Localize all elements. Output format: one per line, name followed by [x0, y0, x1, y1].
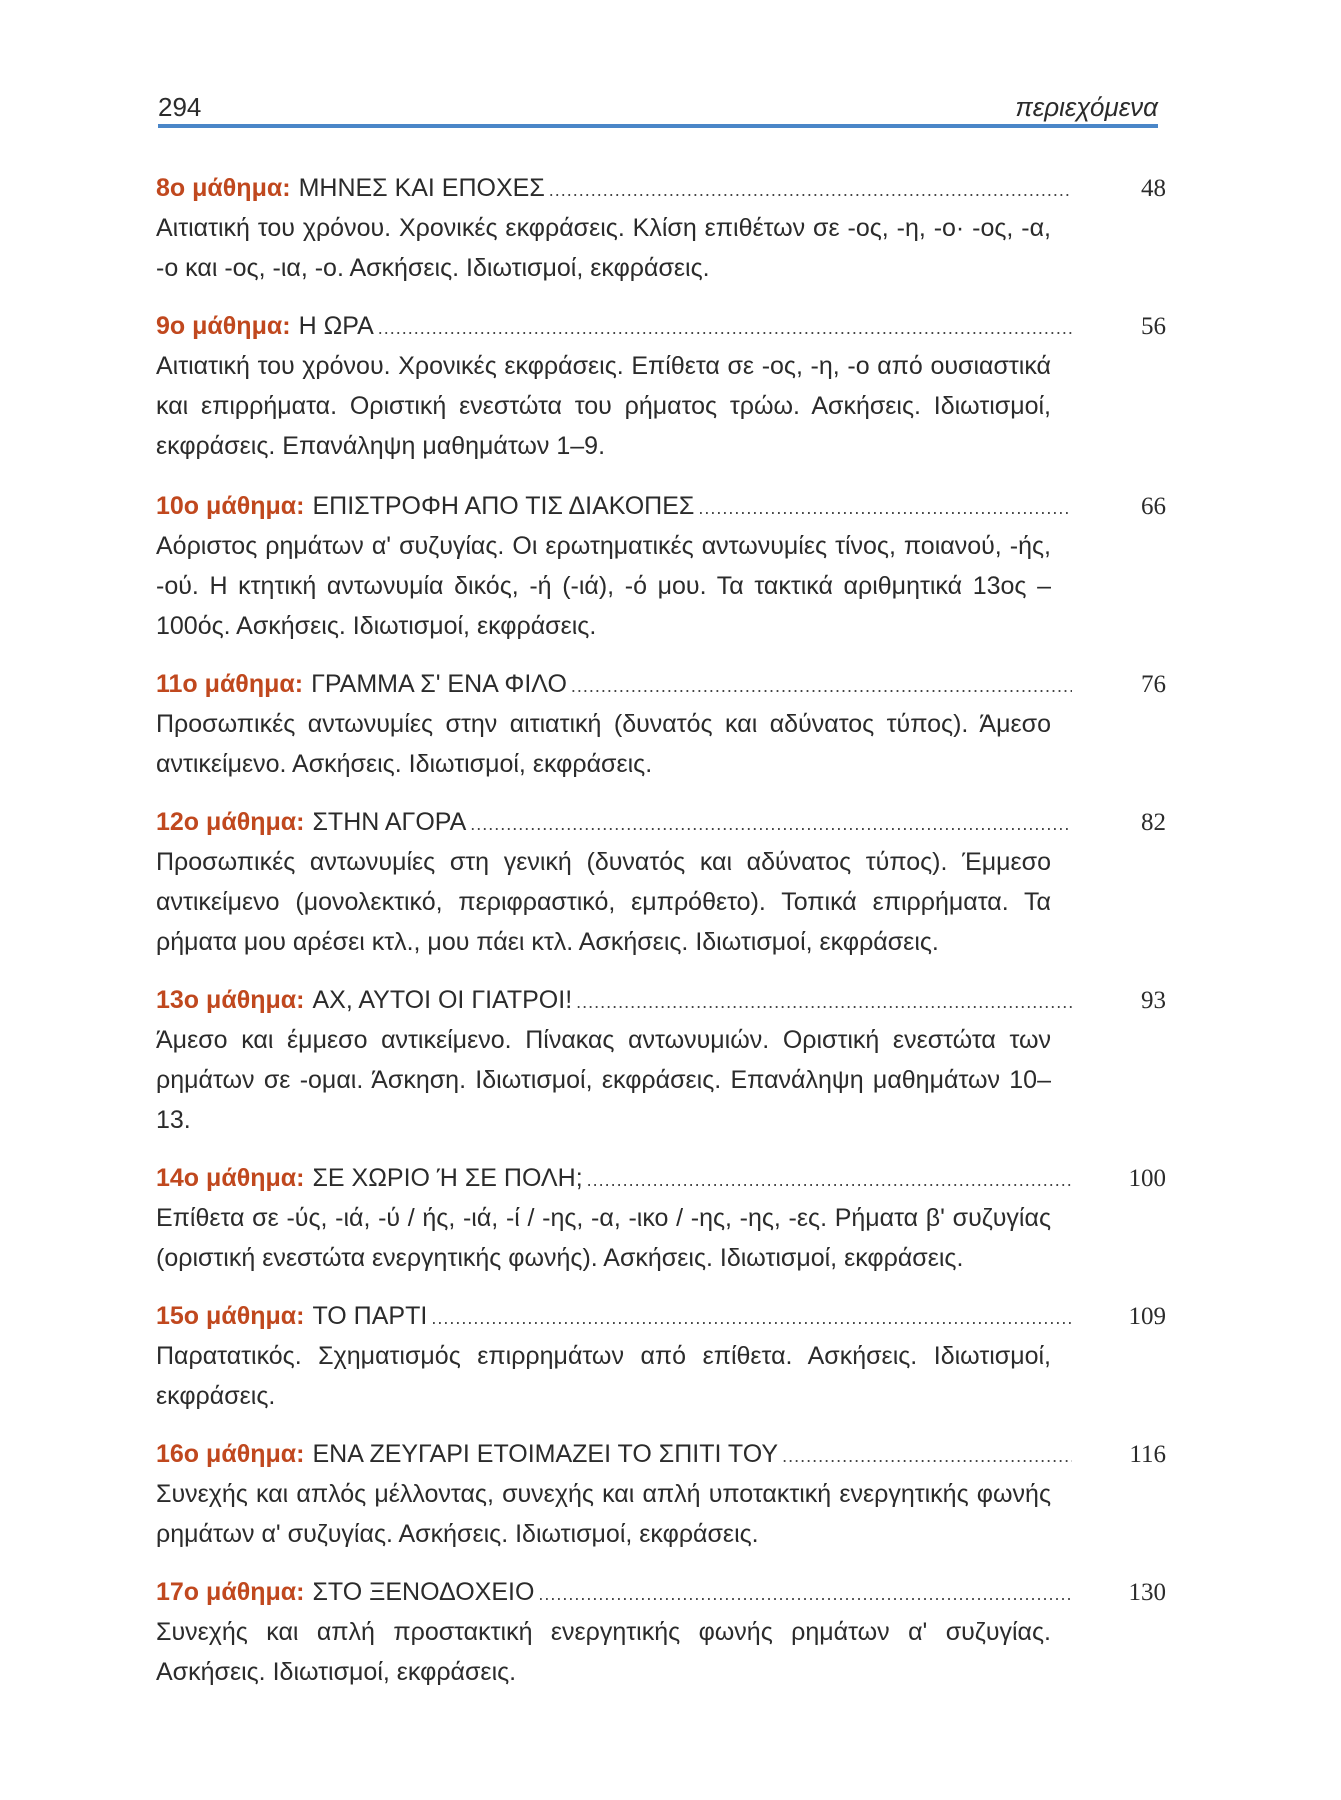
dot-leader [587, 1160, 1072, 1200]
lesson-title: ΣΤΟ ΞΕΝΟΔΟΧΕΙΟ [312, 1578, 535, 1606]
toc-entry: 12ο μάθημα: ΣΤΗΝ ΑΓΟΡΑ 82 Προσωπικές αντ… [156, 802, 1166, 962]
lesson-title: ΜΗΝΕΣ ΚΑΙ ΕΠΟΧΕΣ [298, 174, 545, 202]
toc-entry-head: 12ο μάθημα: ΣΤΗΝ ΑΓΟΡΑ 82 [156, 802, 1166, 842]
lesson-title: ΓΡΑΜΜΑ Σ' ΕΝΑ ΦΙΛΟ [311, 670, 567, 698]
lesson-description: Συνεχής και απλή προστακτική ενεργητικής… [156, 1618, 1051, 1686]
lesson-description: Αιτιατική του χρόνου. Χρονικές εκφράσεις… [156, 214, 1051, 282]
dot-leader [470, 804, 1072, 844]
lesson-number: 11ο μάθημα: [156, 670, 304, 698]
header-title: περιεχόμενα [1015, 92, 1158, 122]
lesson-description: Επίθετα σε -ύς, -ιά, -ύ / ής, -ιά, -ί / … [156, 1204, 1051, 1272]
lesson-description: Άμεσο και έμμεσο αντικείμενο. Πίνακας αν… [156, 1026, 1051, 1134]
lesson-title: ΕΠΙΣΤΡΟΦΗ ΑΠΟ ΤΙΣ ΔΙΑΚΟΠΕΣ [312, 492, 695, 520]
toc-entry: 8ο μάθημα: ΜΗΝΕΣ ΚΑΙ ΕΠΟΧΕΣ 48 Αιτιατική… [156, 168, 1166, 288]
lesson-description: Προσωπικές αντωνυμίες στη γενική (δυνατό… [156, 848, 1051, 956]
lesson-title: ΤΟ ΠΑΡΤΙ [312, 1302, 428, 1330]
lesson-number: 9ο μάθημα: [156, 312, 291, 340]
dot-leader [378, 308, 1072, 348]
page-ref: 66 [1141, 493, 1166, 520]
lesson-number: 17ο μάθημα: [156, 1578, 305, 1606]
toc-entry-head: 8ο μάθημα: ΜΗΝΕΣ ΚΑΙ ΕΠΟΧΕΣ 48 [156, 168, 1166, 208]
lesson-title: ΕΝΑ ΖΕΥΓΑΡΙ ΕΤΟΙΜΑΖΕΙ ΤΟ ΣΠΙΤΙ ΤΟΥ [312, 1440, 779, 1468]
toc-entry-head: 13ο μάθημα: ΑΧ, ΑΥΤΟΙ ΟΙ ΓΙΑΤΡΟΙ! 93 [156, 980, 1166, 1020]
lesson-description: Αόριστος ρημάτων α' συζυγίας. Οι ερωτημα… [156, 532, 1051, 640]
toc-entry: 9ο μάθημα: Η ΩΡΑ 56 Αιτιατική του χρόνου… [156, 306, 1166, 466]
lesson-title: Η ΩΡΑ [298, 312, 374, 340]
toc-entry-head: 16ο μάθημα: ΕΝΑ ΖΕΥΓΑΡΙ ΕΤΟΙΜΑΖΕΙ ΤΟ ΣΠΙ… [156, 1434, 1166, 1474]
lesson-title: ΣΕ ΧΩΡΙΟ Ή ΣΕ ΠΟΛΗ; [312, 1164, 583, 1192]
lesson-title: ΣΤΗΝ ΑΓΟΡΑ [312, 808, 467, 836]
lesson-description: Προσωπικές αντωνυμίες στην αιτιατική (δυ… [156, 710, 1051, 778]
toc-entry-head: 9ο μάθημα: Η ΩΡΑ 56 [156, 306, 1166, 346]
lesson-number: 13ο μάθημα: [156, 986, 305, 1014]
toc-entry: 14ο μάθημα: ΣΕ ΧΩΡΙΟ Ή ΣΕ ΠΟΛΗ; 100 Επίθ… [156, 1158, 1166, 1278]
toc-entry: 11ο μάθημα: ΓΡΑΜΜΑ Σ' ΕΝΑ ΦΙΛΟ 76 Προσωπ… [156, 664, 1166, 784]
page-ref: 76 [1141, 671, 1166, 698]
header-rule [158, 124, 1158, 128]
page-ref: 100 [1128, 1165, 1167, 1192]
page-ref: 56 [1141, 313, 1166, 340]
toc-entry: 15ο μάθημα: ΤΟ ΠΑΡΤΙ 109 Παρατατικός. Σχ… [156, 1296, 1166, 1416]
dot-leader [782, 1436, 1072, 1476]
lesson-number: 16ο μάθημα: [156, 1440, 305, 1468]
dot-leader [698, 488, 1072, 528]
lesson-title: ΑΧ, ΑΥΤΟΙ ΟΙ ΓΙΑΤΡΟΙ! [312, 986, 573, 1014]
dot-leader [549, 170, 1072, 210]
toc-entry: 16ο μάθημα: ΕΝΑ ΖΕΥΓΑΡΙ ΕΤΟΙΜΑΖΕΙ ΤΟ ΣΠΙ… [156, 1434, 1166, 1554]
toc-entry-head: 11ο μάθημα: ΓΡΑΜΜΑ Σ' ΕΝΑ ΦΙΛΟ 76 [156, 664, 1166, 704]
dot-leader [571, 666, 1072, 706]
toc-entry-head: 17ο μάθημα: ΣΤΟ ΞΕΝΟΔΟΧΕΙΟ 130 [156, 1572, 1166, 1612]
lesson-description: Παρατατικός. Σχηματισμός επιρρημάτων από… [156, 1342, 1051, 1410]
page-number: 294 [158, 92, 202, 122]
page-ref: 109 [1128, 1303, 1167, 1330]
toc-entry-head: 15ο μάθημα: ΤΟ ΠΑΡΤΙ 109 [156, 1296, 1166, 1336]
dot-leader [576, 982, 1072, 1022]
page-ref: 82 [1141, 809, 1166, 836]
toc-entry-head: 14ο μάθημα: ΣΕ ΧΩΡΙΟ Ή ΣΕ ΠΟΛΗ; 100 [156, 1158, 1166, 1198]
lesson-number: 14ο μάθημα: [156, 1164, 305, 1192]
lesson-description: Συνεχής και απλός μέλλοντας, συνεχής και… [156, 1480, 1051, 1548]
lesson-number: 8ο μάθημα: [156, 174, 291, 202]
dot-leader [431, 1298, 1072, 1338]
toc-entry: 13ο μάθημα: ΑΧ, ΑΥΤΟΙ ΟΙ ΓΙΑΤΡΟΙ! 93 Άμε… [156, 980, 1166, 1140]
table-of-contents: 8ο μάθημα: ΜΗΝΕΣ ΚΑΙ ΕΠΟΧΕΣ 48 Αιτιατική… [156, 168, 1166, 1692]
lesson-number: 15ο μάθημα: [156, 1302, 305, 1330]
page-ref: 93 [1141, 987, 1166, 1014]
toc-entry-head: 10ο μάθημα: ΕΠΙΣΤΡΟΦΗ ΑΠΟ ΤΙΣ ΔΙΑΚΟΠΕΣ 6… [156, 486, 1166, 526]
toc-entry: 10ο μάθημα: ΕΠΙΣΤΡΟΦΗ ΑΠΟ ΤΙΣ ΔΙΑΚΟΠΕΣ 6… [156, 486, 1166, 646]
page-ref: 48 [1141, 175, 1166, 202]
toc-entry: 17ο μάθημα: ΣΤΟ ΞΕΝΟΔΟΧΕΙΟ 130 Συνεχής κ… [156, 1572, 1166, 1692]
page-ref: 116 [1129, 1441, 1166, 1468]
lesson-description: Αιτιατική του χρόνου. Χρονικές εκφράσεις… [156, 352, 1051, 460]
dot-leader [538, 1574, 1072, 1614]
page-ref: 130 [1128, 1579, 1167, 1606]
lesson-number: 10ο μάθημα: [156, 492, 305, 520]
lesson-number: 12ο μάθημα: [156, 808, 305, 836]
